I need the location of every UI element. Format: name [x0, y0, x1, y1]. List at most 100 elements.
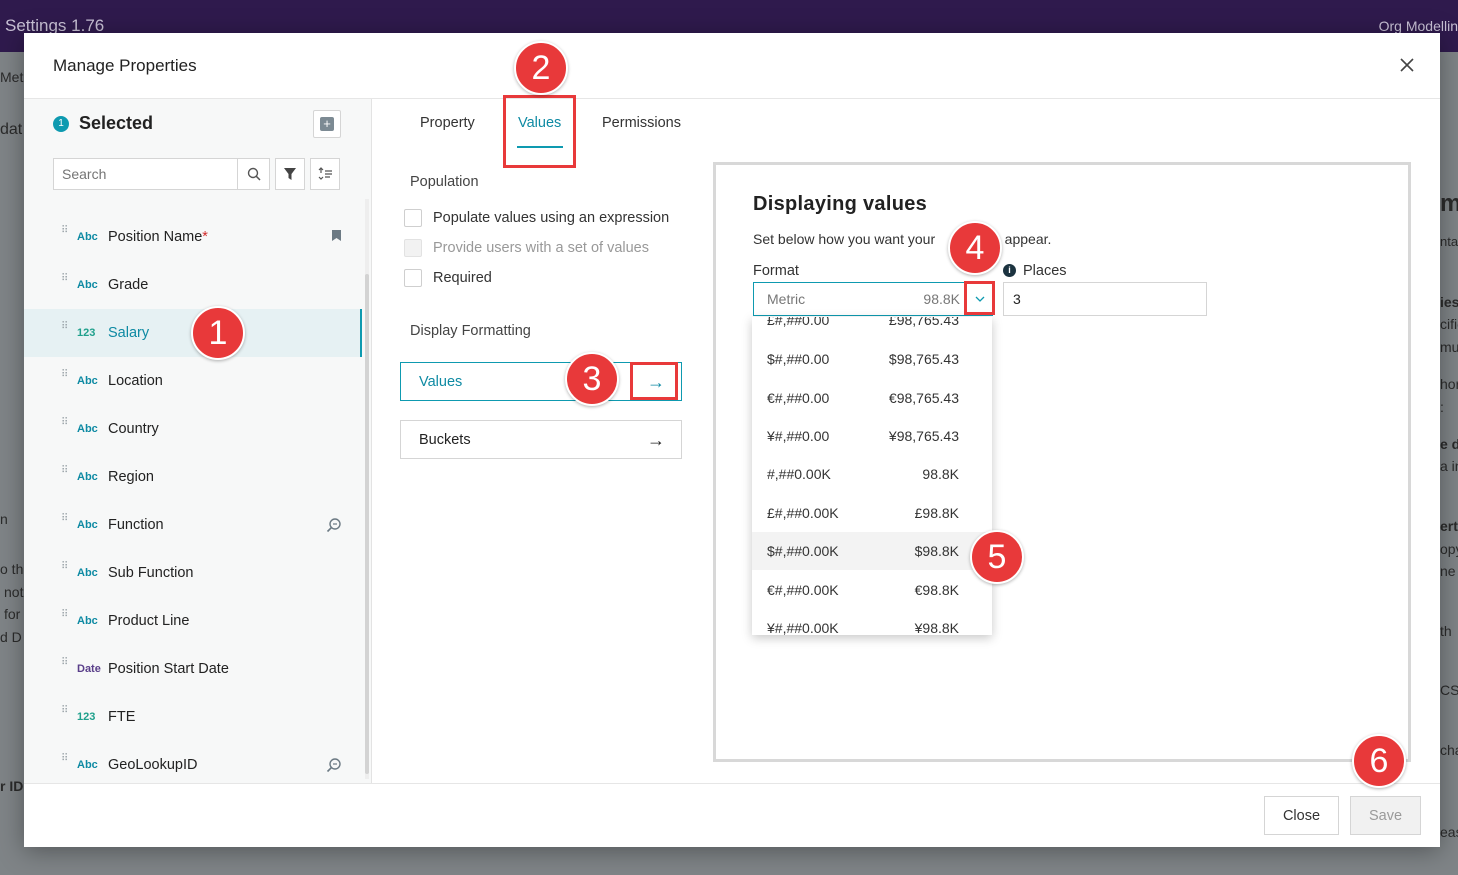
buckets-format-button[interactable]: Buckets →	[400, 420, 682, 459]
display-formatting-heading: Display Formatting	[410, 323, 531, 339]
selected-heading: Selected	[79, 113, 154, 133]
close-button[interactable]: Close	[1264, 796, 1339, 835]
property-name: Grade	[108, 277, 149, 293]
type-badge: Abc	[77, 519, 98, 531]
type-badge: Abc	[77, 567, 98, 579]
format-label: Format	[753, 263, 799, 279]
close-icon[interactable]	[1394, 53, 1420, 79]
bg-text: a in	[1440, 458, 1458, 474]
annotation-highlight-box	[503, 95, 576, 168]
dialog-footer	[24, 783, 1440, 847]
property-name: Sub Function	[108, 565, 194, 581]
drag-handle-icon[interactable]: ⠿	[61, 418, 68, 428]
list-scrollbar-thumb[interactable]	[365, 274, 369, 774]
tab-property[interactable]: Property	[420, 115, 475, 131]
bookmark-icon[interactable]	[331, 229, 342, 247]
bg-text: ies	[1440, 294, 1458, 310]
property-item-geolookupid[interactable]: ⠿ Abc GeoLookupID	[24, 741, 362, 783]
search-icon[interactable]	[237, 159, 269, 189]
format-option[interactable]: €#,##0.00 €98,765.43	[752, 379, 992, 417]
bg-text: ne	[1440, 563, 1456, 579]
close-icon-glyph	[1400, 58, 1414, 72]
drag-handle-icon[interactable]: ⠿	[61, 226, 68, 236]
save-button[interactable]: Save	[1350, 796, 1421, 835]
populate-expression-checkbox[interactable]	[404, 209, 422, 227]
search-box	[53, 158, 270, 190]
lookup-icon[interactable]	[326, 757, 342, 778]
provide-values-checkbox[interactable]	[404, 239, 422, 257]
info-icon[interactable]: i	[1003, 264, 1016, 277]
property-name: FTE	[108, 709, 136, 725]
drag-handle-icon[interactable]: ⠿	[61, 658, 68, 668]
filter-icon[interactable]	[275, 158, 305, 190]
bg-text: r ID	[0, 778, 24, 794]
places-input[interactable]: 3	[1003, 282, 1207, 316]
dialog-title: Manage Properties	[53, 56, 197, 75]
annotation-highlight-box	[630, 362, 678, 400]
buckets-format-label: Buckets	[419, 431, 471, 448]
bg-text: cha	[1440, 742, 1458, 758]
type-badge: Abc	[77, 279, 98, 291]
property-name: Function	[108, 517, 164, 533]
property-item-sub-function[interactable]: ⠿ Abc Sub Function	[24, 549, 362, 597]
property-item-country[interactable]: ⠿ Abc Country	[24, 405, 362, 453]
drag-handle-icon[interactable]: ⠿	[61, 706, 68, 716]
drag-handle-icon[interactable]: ⠿	[61, 754, 68, 764]
property-name: Position Name*	[108, 229, 208, 245]
bg-text: n	[0, 511, 8, 527]
manage-properties-dialog: Manage Properties 1 Selected + ⠿ Abc Pos…	[24, 33, 1440, 847]
arrow-right-icon[interactable]: →	[647, 431, 665, 449]
bg-text: d D	[0, 629, 22, 645]
bg-text: not	[4, 584, 24, 600]
property-item-location[interactable]: ⠿ Abc Location	[24, 357, 362, 405]
property-item-fte[interactable]: ⠿ 123 FTE	[24, 693, 362, 741]
property-item-grade[interactable]: ⠿ Abc Grade	[24, 261, 362, 309]
properties-sidebar: 1 Selected + ⠿ Abc Position Name* ⠿ Abc	[24, 99, 372, 783]
sort-options-icon[interactable]	[310, 158, 340, 190]
add-property-button[interactable]: +	[313, 110, 341, 138]
drag-handle-icon[interactable]: ⠿	[61, 610, 68, 620]
format-option[interactable]: $#,##0.00 $98,765.43	[752, 340, 992, 378]
type-badge: Abc	[77, 423, 98, 435]
format-option[interactable]: #,##0.00K 98.8K	[752, 455, 992, 493]
provide-values-label: Provide users with a set of values	[433, 240, 649, 256]
bg-text: m	[1440, 190, 1458, 217]
drag-handle-icon[interactable]: ⠿	[61, 370, 68, 380]
drag-handle-icon[interactable]: ⠿	[61, 514, 68, 524]
property-item-position-start-date[interactable]: ⠿ Date Position Start Date	[24, 645, 362, 693]
tab-permissions[interactable]: Permissions	[602, 115, 681, 131]
property-list: ⠿ Abc Position Name* ⠿ Abc Grade ⠿ 123 S…	[24, 213, 362, 783]
drag-handle-icon[interactable]: ⠿	[61, 274, 68, 284]
drag-handle-icon[interactable]: ⠿	[61, 322, 68, 332]
type-badge: Abc	[77, 375, 98, 387]
search-input[interactable]	[54, 159, 234, 189]
bg-text: mu	[1440, 339, 1458, 355]
type-badge: 123	[77, 711, 96, 723]
annotation-marker: 6	[1352, 734, 1406, 788]
format-option[interactable]: ¥#,##0.00K ¥98.8K	[752, 609, 992, 635]
property-item-product-line[interactable]: ⠿ Abc Product Line	[24, 597, 362, 645]
format-option[interactable]: $#,##0.00K $98.8K	[752, 532, 992, 570]
bg-text: eas	[1440, 824, 1458, 840]
drag-handle-icon[interactable]: ⠿	[61, 466, 68, 476]
type-badge: Abc	[77, 759, 98, 771]
format-select[interactable]: Metric 98.8K	[753, 282, 993, 316]
required-checkbox[interactable]	[404, 269, 422, 287]
selected-count-badge: 1	[53, 116, 69, 132]
drag-handle-icon[interactable]: ⠿	[61, 562, 68, 572]
required-label: Required	[433, 270, 492, 286]
format-option[interactable]: ¥#,##0.00 ¥98,765.43	[752, 417, 992, 455]
annotation-marker: 4	[948, 221, 1002, 275]
lookup-icon[interactable]	[326, 517, 342, 538]
dialog-header: Manage Properties	[24, 33, 1440, 99]
app-right-label: Org Modellin	[1378, 18, 1458, 34]
format-option[interactable]: £#,##0.00K £98.8K	[752, 494, 992, 532]
type-badge: Date	[77, 663, 101, 675]
format-option[interactable]: €#,##0.00K €98.8K	[752, 571, 992, 609]
property-item-region[interactable]: ⠿ Abc Region	[24, 453, 362, 501]
annotation-marker: 5	[970, 530, 1024, 584]
property-item-function[interactable]: ⠿ Abc Function	[24, 501, 362, 549]
type-badge: Abc	[77, 471, 98, 483]
property-item-position-name[interactable]: ⠿ Abc Position Name*	[24, 213, 362, 261]
format-option[interactable]: £#,##0.00 £98,765.43	[752, 317, 992, 339]
